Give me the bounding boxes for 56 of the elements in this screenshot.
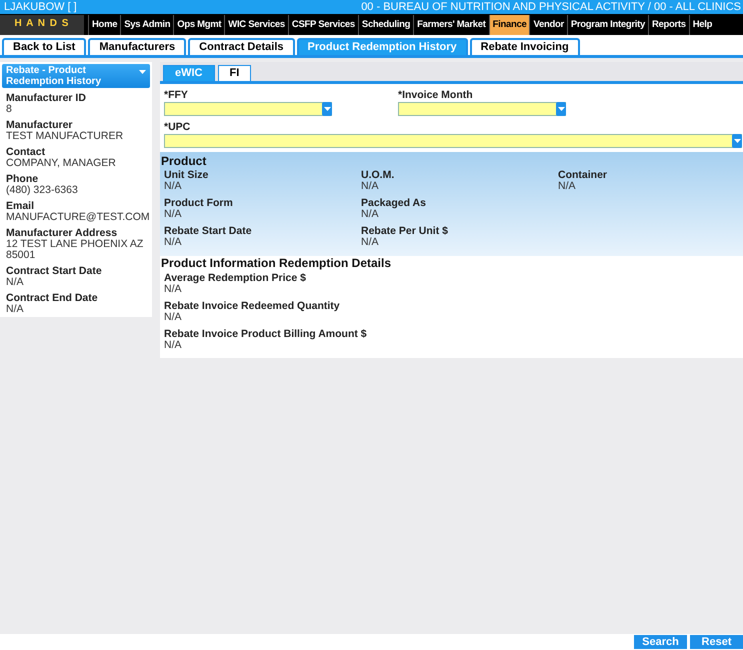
field-label: Manufacturer ID bbox=[6, 93, 87, 104]
field-label: Product Form bbox=[164, 198, 234, 209]
field-value: N/A bbox=[6, 277, 25, 288]
field-label: Manufacturer bbox=[6, 120, 74, 131]
caret-icon bbox=[734, 139, 740, 143]
field-label: Contract Start Date bbox=[6, 266, 103, 277]
field-label: Unit Size bbox=[164, 170, 210, 181]
tab[interactable]: Rebate Invoicing bbox=[470, 38, 580, 55]
section-title: Product Information Redemption Details bbox=[160, 256, 392, 270]
field-value: N/A bbox=[164, 209, 183, 220]
field-value: N/A bbox=[164, 340, 183, 351]
field-label: Contact bbox=[6, 147, 46, 158]
caret-icon bbox=[558, 107, 564, 111]
field-value: N/A bbox=[361, 209, 379, 220]
field-label: Packaged As bbox=[361, 198, 427, 209]
field-value: N/A bbox=[164, 237, 183, 248]
field-label: Rebate Invoice Product Billing Amount $ bbox=[164, 329, 368, 340]
field-value: N/A bbox=[361, 237, 380, 248]
field-label: Rebate Per Unit $ bbox=[361, 226, 449, 237]
field-value: N/A bbox=[558, 181, 577, 192]
field-label: *Invoice Month bbox=[398, 90, 474, 101]
field-label: Average Redemption Price $ bbox=[164, 273, 307, 284]
tab[interactable]: Manufacturers bbox=[88, 38, 186, 55]
field-value: N/A bbox=[361, 181, 380, 192]
field-label: U.O.M. bbox=[361, 170, 396, 181]
user-name: LJAKUBOW [ ] bbox=[4, 0, 77, 14]
tab[interactable]: FI bbox=[218, 65, 252, 81]
field-label: Phone bbox=[6, 174, 40, 185]
field-value: COMPANY, MANAGER bbox=[6, 158, 117, 169]
dropdown-field[interactable] bbox=[164, 134, 742, 148]
dropdown-field[interactable] bbox=[398, 102, 566, 116]
field-value: N/A bbox=[6, 304, 25, 315]
field-label: Rebate Invoice Redeemed Quantity bbox=[164, 301, 341, 312]
section-title: Product bbox=[160, 154, 208, 168]
caret-icon bbox=[324, 107, 330, 111]
field-value: TEST MANUFACTURER bbox=[6, 131, 124, 142]
field-label: *UPC bbox=[164, 122, 192, 133]
nav-item[interactable]: Finance bbox=[488, 15, 530, 35]
field-value: N/A bbox=[164, 312, 183, 323]
field-label: Manufacturer Address bbox=[6, 228, 118, 239]
logo: H A N D S bbox=[0, 15, 84, 35]
agency-name: 00 - BUREAU OF NUTRITION AND PHYSICAL ACTIVITY / 00 - ALL CLINICS bbox=[361, 0, 741, 14]
tab[interactable]: Contract Details bbox=[188, 38, 295, 55]
field-label: Contract End Date bbox=[6, 293, 99, 304]
field-value: N/A bbox=[164, 284, 182, 295]
field-value: 12 TEST LANE PHOENIX AZ 85001 bbox=[6, 239, 144, 261]
field-label: Rebate Start Date bbox=[164, 226, 253, 237]
field-value: (480) 323-6363 bbox=[6, 185, 79, 196]
field-label: *FFY bbox=[164, 90, 189, 101]
tab[interactable]: Back to List bbox=[2, 38, 86, 55]
field-label: Email bbox=[6, 201, 36, 212]
dropdown-field[interactable] bbox=[164, 102, 332, 116]
caret-icon bbox=[139, 70, 146, 74]
field-value: N/A bbox=[164, 181, 183, 192]
field-label: Container bbox=[558, 170, 608, 181]
field-value: 8 bbox=[6, 104, 13, 115]
